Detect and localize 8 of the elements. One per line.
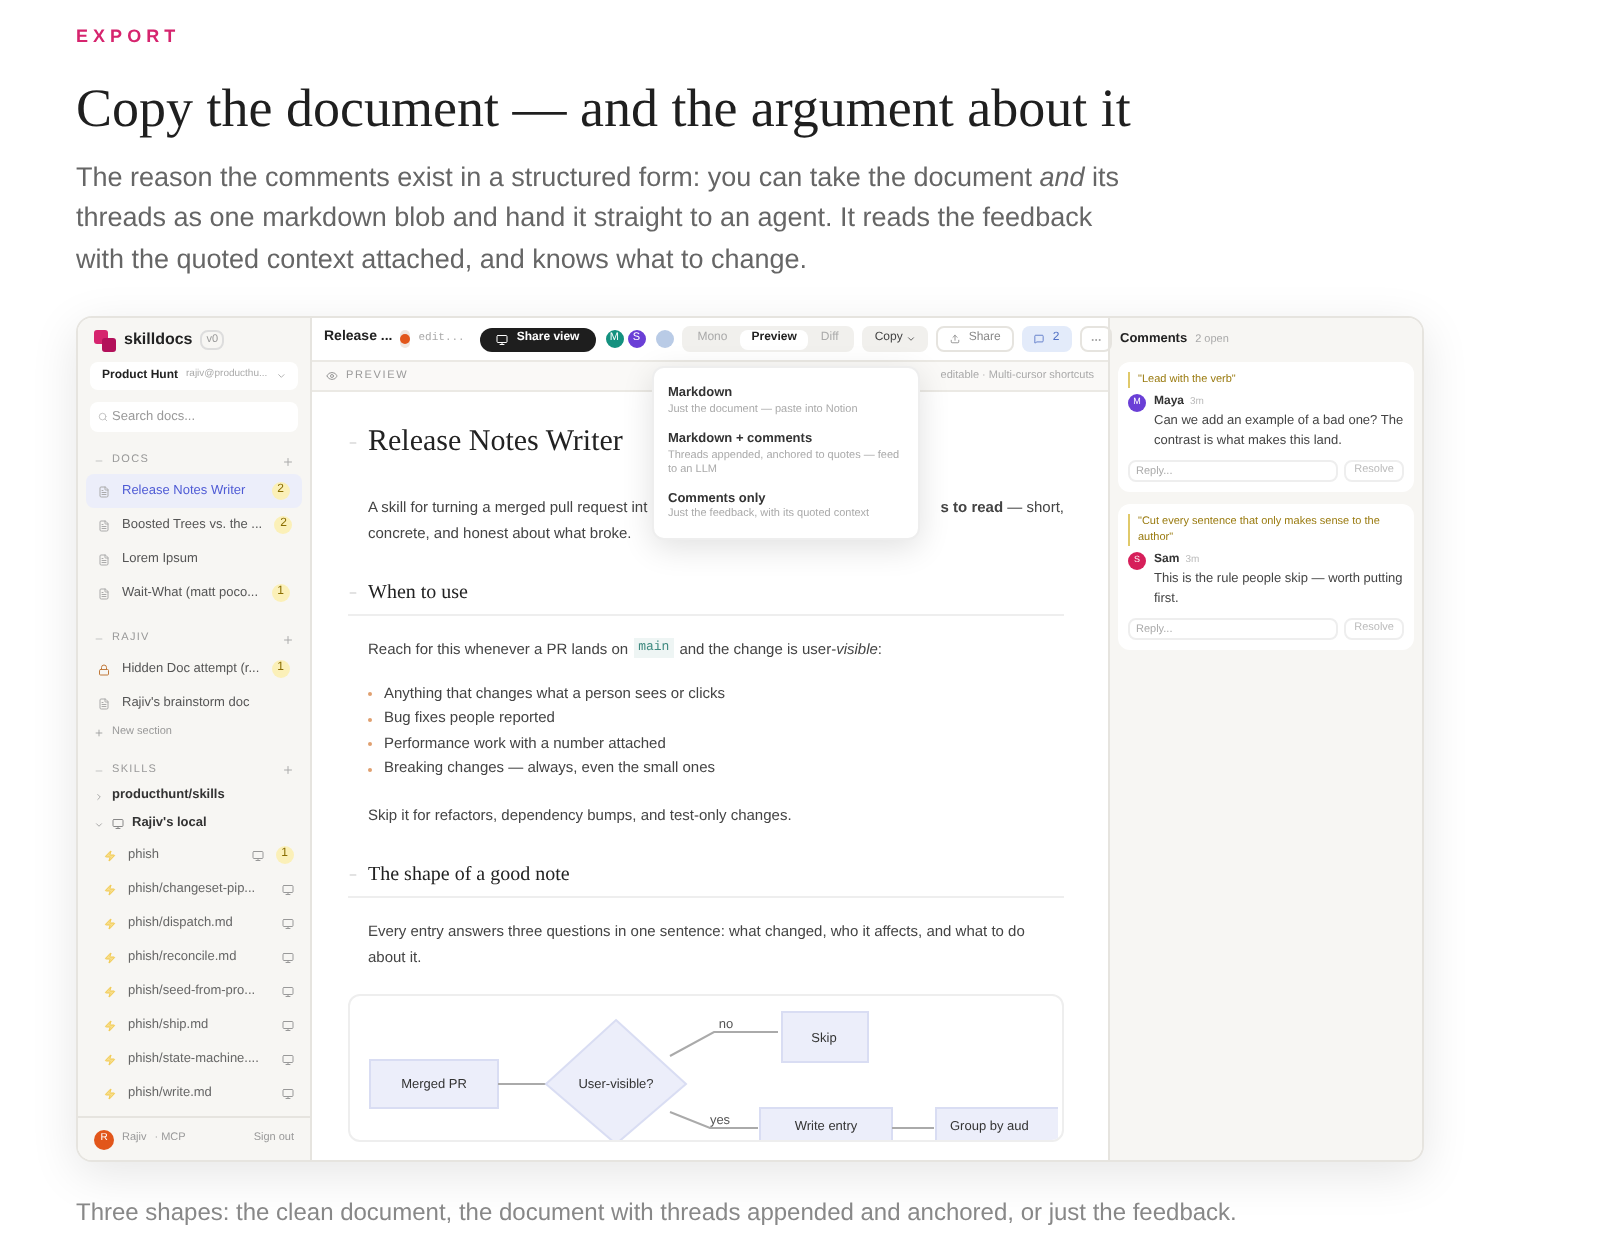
document-title: Release Notes Writer <box>368 424 623 462</box>
section-heading: The shape of a good note <box>368 862 570 891</box>
caption-text: Three shapes: the clean document, the document with threads appended and anchored, or just the feedback. <box>76 1196 1239 1230</box>
eyebrow-label: EXPORT <box>76 24 183 50</box>
brand-name: skilldocs <box>124 328 193 352</box>
section-heading: When to use <box>368 579 468 607</box>
intro-paragraph: The reason the comments exist in a structured form: you can take the document and its threads as one markdown blob and hand it straight to an agent. It reads the feedback with the quoted context attached, and knows what to change. <box>76 159 1122 278</box>
page-title: Copy the document — and the argument about it <box>76 75 1133 139</box>
